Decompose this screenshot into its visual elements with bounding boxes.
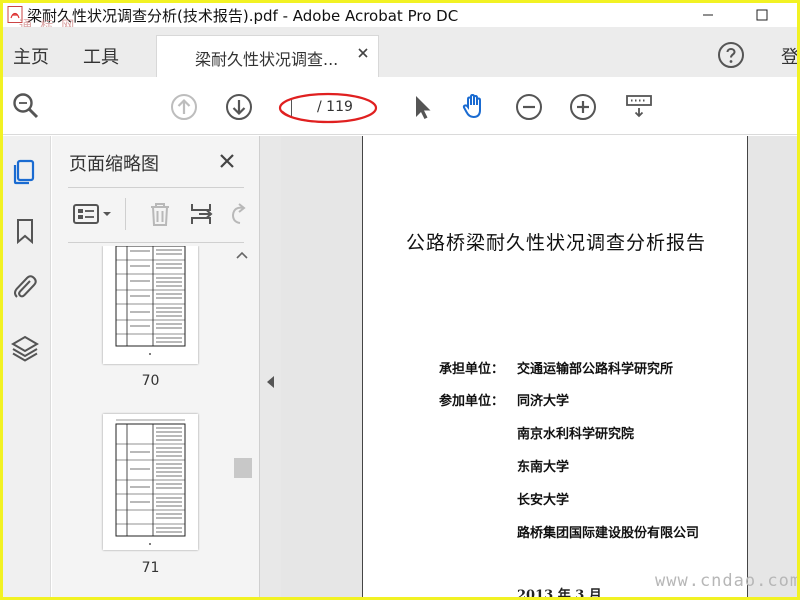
undertaker-label: 承担单位： <box>439 362 505 377</box>
tab-bar: 主页 工具 梁耐久性状况调查... 登 <box>3 27 797 77</box>
participant-item: 长安大学 <box>517 493 570 508</box>
panel-title: 页面缩略图 <box>69 154 159 175</box>
document-tab-label: 梁耐久性状况调查... <box>195 50 339 69</box>
page-thumbnail-71[interactable] <box>103 414 198 550</box>
previous-page-icon[interactable] <box>169 92 199 122</box>
toolbar-separator <box>125 198 126 230</box>
hand-tool-icon[interactable] <box>459 91 489 121</box>
thumbnail-page-label: 70 <box>141 373 160 389</box>
delete-page-icon[interactable] <box>146 200 174 228</box>
keyboard-scroll-icon[interactable] <box>624 91 654 121</box>
red-ellipse-annotation <box>278 92 378 124</box>
attachment-icon[interactable] <box>10 272 40 302</box>
minimize-button[interactable] <box>685 3 731 27</box>
participant-item: 南京水利科学研究院 <box>517 427 635 442</box>
tab-tools[interactable]: 工具 <box>83 43 119 69</box>
participant-item: 路桥集团国际建设股份有限公司 <box>517 526 700 541</box>
page-number-box: / 119 <box>278 92 378 124</box>
page-thumbnails-icon[interactable] <box>10 156 40 186</box>
participant-item: 东南大学 <box>517 460 570 475</box>
thumbnail-preview <box>115 419 186 545</box>
help-icon[interactable] <box>717 41 745 69</box>
document-title: 公路桥梁耐久性状况调查分析报告 <box>405 232 706 254</box>
scroll-up-icon[interactable] <box>236 250 248 260</box>
thumbnail-preview <box>115 246 186 355</box>
participant-item: 同济大学 <box>517 394 570 409</box>
document-date: 2013 年 3 月 <box>517 588 602 597</box>
toolbar: / 119 <box>3 77 797 135</box>
sign-in-link[interactable]: 登 <box>781 43 797 69</box>
window-title: 梁耐久性状况调查分析(技术报告).pdf - Adobe Acrobat Pro… <box>27 7 459 25</box>
thumbnail-options-icon[interactable] <box>72 200 114 228</box>
tab-home[interactable]: 主页 <box>13 43 49 69</box>
undo-rotate-icon[interactable] <box>228 200 248 228</box>
panel-divider <box>68 187 244 188</box>
left-navigation-rail <box>3 136 51 597</box>
thumbnail-page-label: 71 <box>141 560 160 576</box>
document-view[interactable]: 公路桥梁耐久性状况调查分析报告 承担单位： 交通运输部公路科学研究所 参加单位：… <box>281 136 797 597</box>
maximize-button[interactable] <box>739 3 785 27</box>
bookmark-icon[interactable] <box>10 216 40 246</box>
participants-label: 参加单位： <box>439 394 505 409</box>
layers-icon[interactable] <box>10 333 40 363</box>
document-page: 公路桥梁耐久性状况调查分析报告 承担单位： 交通运输部公路科学研究所 参加单位：… <box>362 136 748 597</box>
close-icon[interactable] <box>218 152 236 170</box>
zoom-in-icon[interactable] <box>568 92 598 122</box>
panel-splitter[interactable] <box>259 136 281 597</box>
collapse-panel-icon[interactable] <box>267 376 275 388</box>
maximize-icon <box>756 9 768 21</box>
next-page-icon[interactable] <box>224 92 254 122</box>
scrollbar-thumb[interactable] <box>234 458 252 478</box>
acrobat-window: 梁耐久性状况调查分析(技术报告).pdf - Adobe Acrobat Pro… <box>3 3 797 597</box>
thumbnail-scrollbar[interactable] <box>233 246 252 597</box>
page-thumbnail-70[interactable] <box>103 246 198 364</box>
panel-divider <box>68 242 244 243</box>
zoom-search-icon[interactable] <box>11 91 41 121</box>
insert-page-icon[interactable] <box>188 200 216 228</box>
title-bar: 梁耐久性状况调查分析(技术报告).pdf - Adobe Acrobat Pro… <box>3 3 797 34</box>
thumbnail-list: 70 71 <box>52 246 259 597</box>
tab-document[interactable]: 梁耐久性状况调查... <box>156 35 379 77</box>
watermark-bottom: www.cndao.com <box>655 571 797 591</box>
close-icon[interactable] <box>356 46 370 60</box>
page-thumbnails-panel: 页面缩略图 70 71 <box>52 136 259 597</box>
select-cursor-icon[interactable] <box>407 92 437 122</box>
minimize-icon <box>703 14 713 16</box>
zoom-out-icon[interactable] <box>514 92 544 122</box>
undertaker-value: 交通运输部公路科学研究所 <box>517 362 674 377</box>
